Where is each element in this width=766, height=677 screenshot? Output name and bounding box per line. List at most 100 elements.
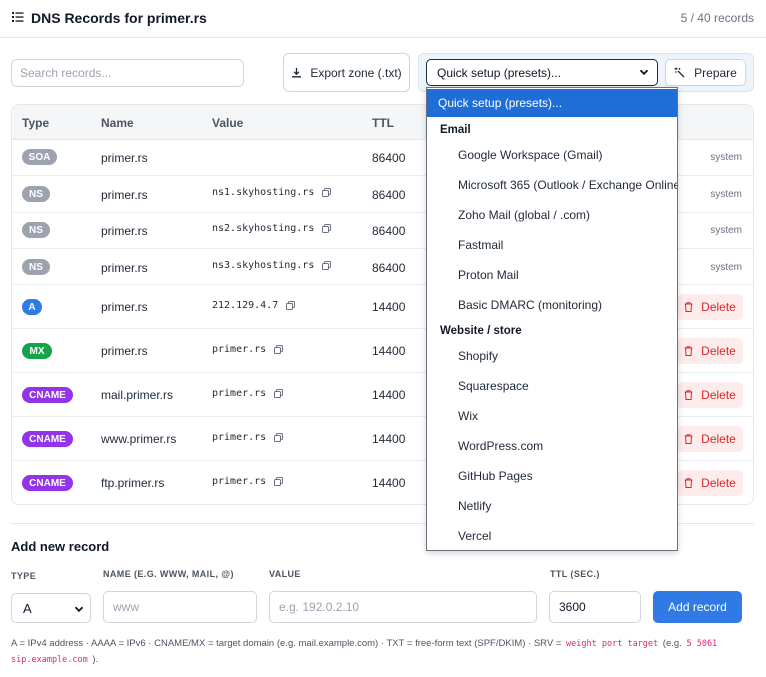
copy-icon[interactable] [274, 477, 284, 486]
record-ttl: 14400 [372, 432, 406, 446]
copy-icon[interactable] [322, 188, 332, 197]
record-value-text: primer.rs [212, 476, 267, 487]
presets-select[interactable]: Quick setup (presets)... [426, 59, 658, 86]
help-text-mid: (e.g. [660, 638, 685, 649]
list-icon [12, 12, 24, 22]
name-input[interactable] [103, 591, 257, 623]
record-value-text: ns3.skyhosting.rs [212, 260, 315, 271]
record-ttl: 86400 [372, 188, 406, 202]
record-name: ftp.primer.rs [101, 476, 165, 490]
trash-icon [684, 302, 693, 312]
record-name: primer.rs [101, 344, 148, 358]
dropdown-option-proton-mail[interactable]: Proton Mail [458, 268, 519, 282]
dropdown-option-vercel[interactable]: Vercel [458, 529, 491, 543]
record-type-badge: NS [22, 186, 50, 202]
copy-icon[interactable] [286, 301, 296, 310]
column-header-ttl[interactable]: TTL [372, 116, 394, 130]
system-tag: system [710, 262, 742, 273]
column-header-value[interactable]: Value [212, 116, 243, 130]
type-select-value: A [23, 600, 32, 616]
delete-label: Delete [701, 344, 736, 358]
copy-icon[interactable] [322, 261, 332, 270]
dropdown-option-basic-dmarc[interactable]: Basic DMARC (monitoring) [458, 298, 602, 312]
record-type-badge: A [22, 299, 42, 315]
delete-button[interactable]: Delete [677, 294, 743, 320]
dropdown-option-placeholder[interactable]: Quick setup (presets)... [427, 89, 677, 117]
dropdown-option-squarespace[interactable]: Squarespace [458, 379, 529, 393]
page-header: DNS Records for primer.rs 5 / 40 records [0, 0, 766, 38]
export-zone-button[interactable]: Export zone (.txt) [283, 53, 410, 92]
record-type-badge: CNAME [22, 431, 73, 447]
record-name: www.primer.rs [101, 432, 177, 446]
dropdown-option-wix[interactable]: Wix [458, 409, 478, 423]
help-text-prefix: A = IPv4 address · AAAA = IPv6 · CNAME/M… [11, 638, 565, 649]
trash-icon [684, 434, 693, 444]
record-type-badge: CNAME [22, 475, 73, 491]
record-name: primer.rs [101, 188, 148, 202]
search-input[interactable] [11, 59, 244, 87]
value-input[interactable] [269, 591, 537, 623]
record-ttl: 86400 [372, 261, 406, 275]
prepare-button[interactable]: Prepare [665, 59, 746, 86]
trash-icon [684, 390, 693, 400]
record-count: 5 / 40 records [680, 11, 754, 25]
page-title: DNS Records for primer.rs [31, 10, 207, 26]
trash-icon [684, 478, 693, 488]
dropdown-option-wordpress[interactable]: WordPress.com [458, 439, 543, 453]
record-type-badge: CNAME [22, 387, 73, 403]
record-ttl: 86400 [372, 224, 406, 238]
record-name: primer.rs [101, 151, 148, 165]
type-label: TYPE [11, 571, 37, 581]
chevron-down-icon [639, 69, 649, 76]
presets-dropdown-menu: Quick setup (presets)... Email Google Wo… [426, 87, 678, 551]
ttl-label: TTL (SEC.) [550, 569, 600, 579]
dropdown-option-netlify[interactable]: Netlify [458, 499, 491, 513]
dropdown-option-fastmail[interactable]: Fastmail [458, 238, 503, 252]
dropdown-option-shopify[interactable]: Shopify [458, 349, 498, 363]
record-value-text: primer.rs [212, 432, 267, 443]
dropdown-option-google-workspace[interactable]: Google Workspace (Gmail) [458, 148, 603, 162]
record-type-badge: NS [22, 259, 50, 275]
record-value: ns1.skyhosting.rs [212, 187, 332, 198]
dropdown-option-zoho-mail[interactable]: Zoho Mail (global / .com) [458, 208, 590, 222]
delete-label: Delete [701, 300, 736, 314]
record-value-text: ns1.skyhosting.rs [212, 187, 315, 198]
copy-icon[interactable] [274, 389, 284, 398]
record-value: primer.rs [212, 432, 284, 443]
name-label: NAME (E.G. WWW, MAIL, @) [103, 569, 234, 579]
delete-button[interactable]: Delete [677, 470, 743, 496]
export-zone-label: Export zone (.txt) [310, 65, 402, 80]
record-ttl: 86400 [372, 151, 406, 165]
delete-button[interactable]: Delete [677, 382, 743, 408]
magic-wand-icon [674, 67, 685, 78]
delete-button[interactable]: Delete [677, 426, 743, 452]
record-name: mail.primer.rs [101, 388, 174, 402]
presets-select-value: Quick setup (presets)... [437, 65, 562, 80]
add-record-button[interactable]: Add record [653, 591, 742, 623]
type-select[interactable]: A [11, 593, 91, 623]
record-value-text: 212.129.4.7 [212, 300, 279, 311]
download-icon [292, 68, 302, 78]
record-value: primer.rs [212, 344, 284, 355]
delete-button[interactable]: Delete [677, 338, 743, 364]
copy-icon[interactable] [274, 433, 284, 442]
system-tag: system [710, 152, 742, 163]
record-value-text: ns2.skyhosting.rs [212, 223, 315, 234]
record-ttl: 14400 [372, 300, 406, 314]
dropdown-option-microsoft-365[interactable]: Microsoft 365 (Outlook / Exchange Online… [458, 178, 677, 192]
copy-icon[interactable] [274, 345, 284, 354]
trash-icon [684, 346, 693, 356]
record-value: 212.129.4.7 [212, 300, 296, 311]
dropdown-option-github-pages[interactable]: GitHub Pages [458, 469, 533, 483]
column-header-type[interactable]: Type [22, 116, 49, 130]
delete-label: Delete [701, 388, 736, 402]
copy-icon[interactable] [322, 224, 332, 233]
dropdown-group-email: Email [440, 124, 471, 136]
column-header-name[interactable]: Name [101, 116, 134, 130]
ttl-input[interactable] [549, 591, 641, 623]
record-name: primer.rs [101, 300, 148, 314]
record-type-badge: NS [22, 222, 50, 238]
record-type-badge: SOA [22, 149, 57, 165]
prepare-label: Prepare [694, 65, 737, 80]
record-type-badge: MX [22, 343, 52, 359]
